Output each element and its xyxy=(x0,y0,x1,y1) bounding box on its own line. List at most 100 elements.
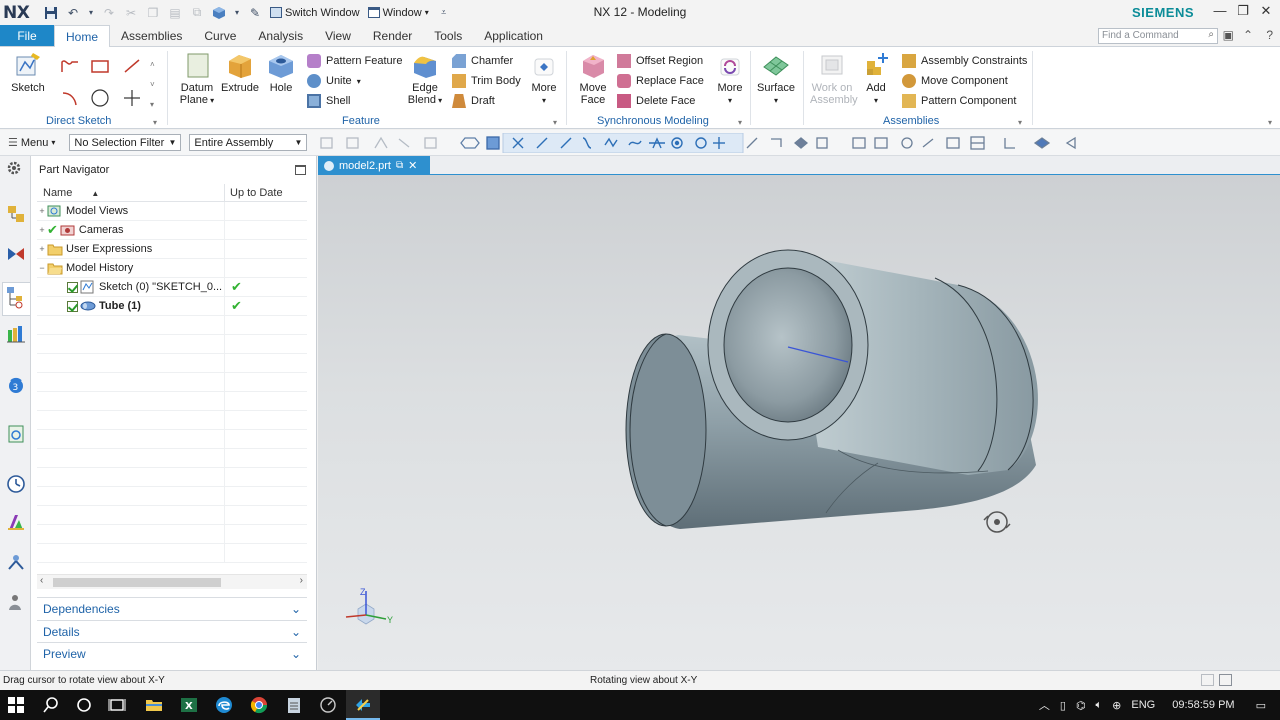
expand-icon[interactable]: + xyxy=(37,244,47,254)
pattern-component-button[interactable]: Pattern Component xyxy=(902,92,1016,110)
save-icon[interactable] xyxy=(43,5,59,21)
line-button[interactable] xyxy=(122,57,142,75)
undo-icon[interactable]: ↶ xyxy=(65,5,81,21)
tab-pop-out-icon[interactable]: ⧉ xyxy=(396,160,403,171)
tree-row-cameras[interactable]: + ✔ Cameras xyxy=(37,220,307,240)
delete-face-button[interactable]: Delete Face xyxy=(617,92,695,110)
shell-button[interactable]: Shell xyxy=(307,92,350,110)
network-icon[interactable]: ⌬ xyxy=(1076,699,1086,712)
model-viewport-canvas[interactable]: Z Y xyxy=(318,175,1280,670)
offset-region-button[interactable]: Offset Region xyxy=(617,52,703,70)
close-button[interactable]: ✕ xyxy=(1256,3,1276,19)
tab-analysis[interactable]: Analysis xyxy=(247,25,314,46)
reuse-library-icon[interactable] xyxy=(6,324,26,344)
cube-dropdown-icon[interactable]: ▾ xyxy=(233,5,241,21)
feature-more-button[interactable]: More ▾ xyxy=(522,51,566,107)
details-panel-header[interactable]: Details ⌄ xyxy=(37,620,307,642)
help-icon[interactable]: ? xyxy=(1266,28,1273,42)
action-center-icon[interactable]: ▭ xyxy=(1256,699,1266,712)
move-face-button[interactable]: Move Face xyxy=(571,51,615,106)
undo-dropdown-icon[interactable]: ▾ xyxy=(87,5,95,21)
tab-home[interactable]: Home xyxy=(54,25,111,48)
collapse-ribbon-icon[interactable]: ⌃ xyxy=(1243,28,1253,42)
part-navigator-icon[interactable] xyxy=(2,282,30,316)
expand-icon[interactable]: + xyxy=(37,206,47,216)
history-clock-icon[interactable] xyxy=(6,474,26,494)
ribbon-options-icon[interactable]: ▣ xyxy=(1223,28,1234,42)
window-menu-button[interactable]: Window ▾ xyxy=(367,7,429,19)
find-command-input[interactable]: Find a Command ⌕ xyxy=(1098,28,1218,44)
constraint-navigator-icon[interactable] xyxy=(6,244,26,264)
visibility-checkbox[interactable] xyxy=(67,300,78,312)
column-header-name[interactable]: Name ▲ xyxy=(37,184,225,201)
collapse-icon[interactable]: − xyxy=(37,263,47,273)
excel-icon[interactable]: X xyxy=(179,695,199,715)
battery-icon[interactable]: ▯ xyxy=(1060,699,1066,712)
web-browser-icon[interactable] xyxy=(6,424,26,444)
switch-window-button[interactable]: Switch Window xyxy=(270,7,360,19)
pattern-feature-button[interactable]: Pattern Feature xyxy=(307,52,402,70)
selection-filter-dropdown[interactable]: No Selection Filter ▼ xyxy=(69,134,182,151)
tab-close-icon[interactable]: ✕ xyxy=(408,159,417,172)
minimize-button[interactable]: — xyxy=(1210,3,1230,18)
file-explorer-icon[interactable] xyxy=(144,695,164,715)
selection-scope-dropdown[interactable]: Entire Assembly ▼ xyxy=(189,134,308,151)
process-studio-icon[interactable] xyxy=(6,512,26,532)
globe-icon[interactable]: ⊕ xyxy=(1112,699,1121,712)
tree-row-model-history[interactable]: − Model History xyxy=(37,258,307,278)
surface-button[interactable]: Surface ▾ xyxy=(754,51,798,107)
hd3d-tools-icon[interactable]: 3 xyxy=(6,374,26,394)
tree-row-sketch[interactable]: Sketch (0) "SKETCH_0... ✔ xyxy=(37,277,307,297)
manufacturing-wizard-icon[interactable] xyxy=(6,552,26,572)
assemblies-group-menu-icon[interactable]: ▾ xyxy=(1018,113,1022,131)
menu-button[interactable]: ☰ Menu ▾ xyxy=(8,136,55,150)
move-component-button[interactable]: Move Component xyxy=(902,72,1008,90)
column-header-up-to-date[interactable]: Up to Date xyxy=(225,184,283,201)
profile-button[interactable] xyxy=(60,57,80,75)
add-component-button[interactable]: Add ▾ xyxy=(854,51,898,107)
tab-file[interactable]: File xyxy=(0,25,54,46)
volume-icon[interactable]: 🔈︎ xyxy=(1096,699,1103,712)
expand-icon[interactable]: + xyxy=(37,225,47,235)
scroll-left-icon[interactable]: ‹ xyxy=(40,575,43,586)
scrollbar-thumb[interactable] xyxy=(53,578,221,587)
roles-icon[interactable] xyxy=(6,592,26,612)
rectangle-button[interactable] xyxy=(90,57,110,75)
sketch-gallery-down-icon[interactable]: ˅ xyxy=(150,75,155,93)
visibility-checkbox[interactable] xyxy=(67,281,78,293)
tree-row-tube[interactable]: Tube (1) ✔ xyxy=(37,296,307,316)
clock[interactable]: 09:58:59 PM xyxy=(1172,699,1234,711)
maximize-panel-icon[interactable] xyxy=(295,165,306,175)
tree-row-model-views[interactable]: + Model Views xyxy=(37,201,307,221)
settings-gear-icon[interactable] xyxy=(6,160,26,180)
extrude-button[interactable]: Extrude xyxy=(218,51,262,94)
circle-button[interactable] xyxy=(90,89,110,107)
replace-face-button[interactable]: Replace Face xyxy=(617,72,704,90)
edge-browser-icon[interactable] xyxy=(214,695,234,715)
copy-icon[interactable]: ❐ xyxy=(145,5,161,21)
tab-assemblies[interactable]: Assemblies xyxy=(110,25,193,46)
feature-group-menu-icon[interactable]: ▾ xyxy=(553,113,557,131)
recorder-icon[interactable] xyxy=(318,695,338,715)
chrome-icon[interactable] xyxy=(249,695,269,715)
cortana-icon[interactable] xyxy=(74,695,94,715)
windows-start-icon[interactable] xyxy=(6,695,26,715)
direct-sketch-group-menu-icon[interactable]: ▾ xyxy=(153,113,157,131)
sync-more-button[interactable]: More ▾ xyxy=(708,51,752,107)
ribbon-overflow-icon[interactable]: ▾ xyxy=(1268,113,1272,131)
cube-icon[interactable] xyxy=(211,5,227,21)
tab-render[interactable]: Render xyxy=(362,25,423,46)
language-indicator[interactable]: ENG xyxy=(1131,699,1155,711)
fullscreen-icon[interactable] xyxy=(1201,674,1214,686)
assembly-constraints-button[interactable]: Assembly Constraints xyxy=(902,52,1027,70)
sketch-gallery-more-icon[interactable]: ▾ xyxy=(150,95,154,113)
preview-panel-header[interactable]: Preview ⌄ xyxy=(37,642,307,664)
redo-icon[interactable]: ↷ xyxy=(101,5,117,21)
scroll-right-icon[interactable]: › xyxy=(300,575,303,586)
tab-tools[interactable]: Tools xyxy=(423,25,473,46)
nx-taskbar-button[interactable] xyxy=(346,690,380,720)
tray-overflow-chevron-icon[interactable]: ︿ xyxy=(1039,697,1050,713)
draft-button[interactable]: Draft xyxy=(452,92,495,110)
paste-icon[interactable]: ▤ xyxy=(167,5,183,21)
notepad-icon[interactable] xyxy=(284,695,304,715)
